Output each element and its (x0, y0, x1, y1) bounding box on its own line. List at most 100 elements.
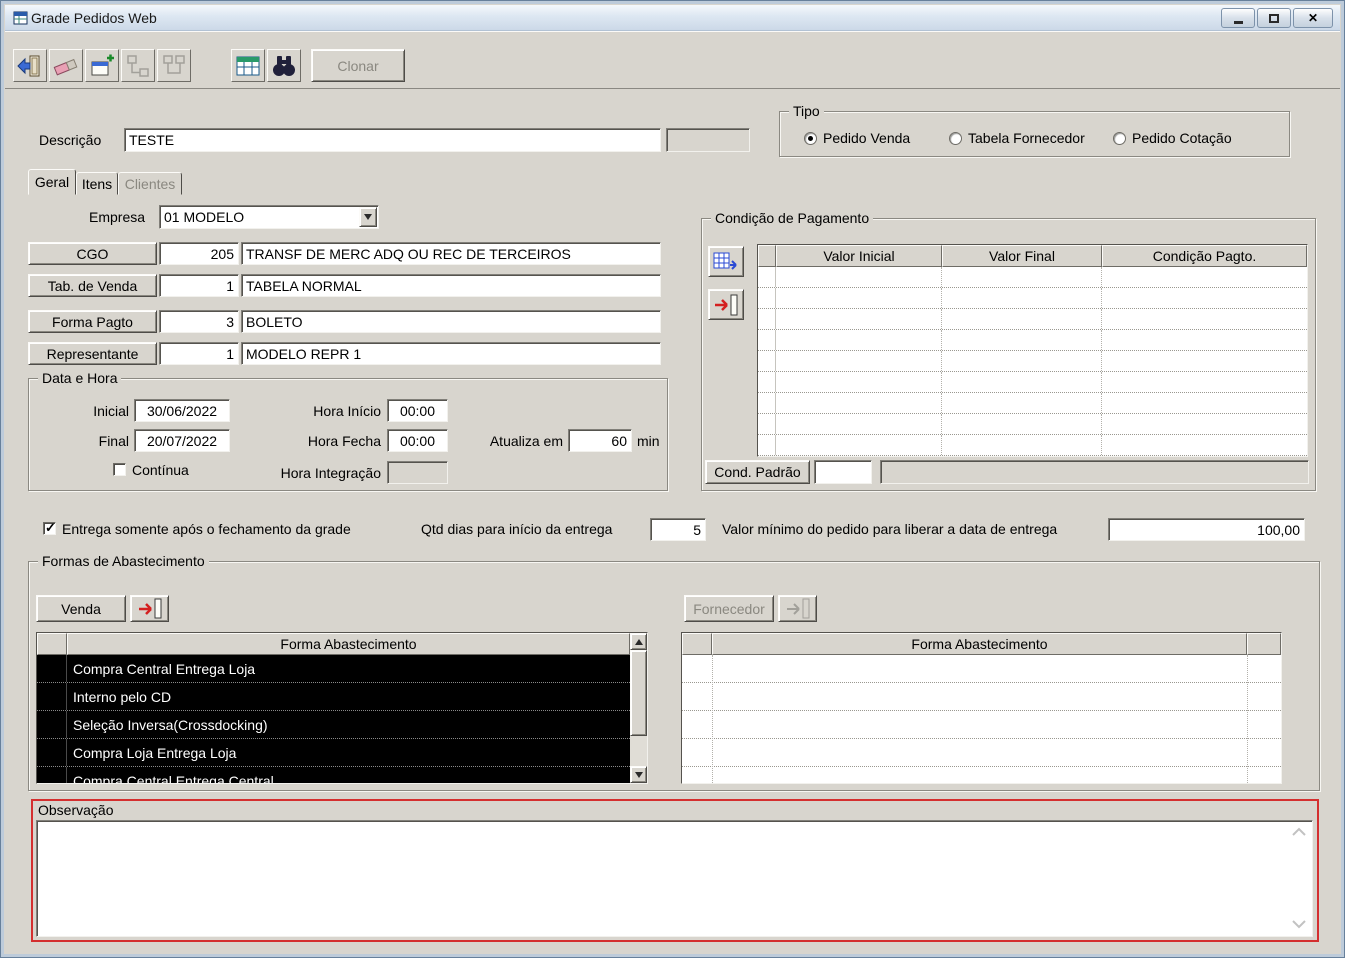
cond-padrao-code-field[interactable] (814, 460, 872, 484)
scroll-down-button[interactable] (630, 766, 647, 783)
venda-row-3[interactable]: Seleção Inversa(Crossdocking) (37, 711, 630, 739)
tab-clientes-label: Clientes (124, 175, 176, 192)
fornecedor-grid-header: Forma Abastecimento (712, 633, 1247, 655)
condicao-empty-row[interactable] (758, 330, 1307, 351)
condicao-empty-row[interactable] (758, 288, 1307, 309)
tab-itens[interactable]: Itens (76, 172, 118, 195)
venda-row-4[interactable]: Compra Loja Entrega Loja (37, 739, 630, 767)
tab-geral[interactable]: Geral (28, 169, 76, 195)
representante-code-field[interactable]: 1 (159, 342, 239, 365)
forma-pagto-button[interactable]: Forma Pagto (28, 310, 157, 333)
forma-pagto-code-field[interactable]: 3 (159, 310, 239, 333)
venda-row-2[interactable]: Interno pelo CD (37, 683, 630, 711)
condicao-col-valor-inicial: Valor Inicial (776, 245, 942, 267)
cgo-code-field[interactable]: 205 (159, 242, 239, 265)
condicao-grid[interactable]: Valor Inicial Valor Final Condição Pagto… (757, 244, 1308, 457)
exit-button[interactable] (13, 49, 47, 82)
venda-row-5[interactable]: Compra Central Entrega Central (37, 767, 630, 784)
fornecedor-abastecimento-grid: Forma Abastecimento (681, 632, 1282, 784)
grid-view-button[interactable] (231, 49, 265, 82)
descricao-aux-field (666, 128, 750, 152)
scroll-up-button[interactable] (630, 633, 647, 650)
continua-checkbox[interactable] (113, 463, 126, 476)
hora-inicio-field[interactable]: 00:00 (387, 399, 448, 422)
representante-button[interactable]: Representante (28, 342, 157, 365)
fornecedor-button: Fornecedor (684, 595, 774, 622)
app-icon (13, 11, 28, 25)
hora-fecha-label: Hora Fecha (307, 433, 381, 449)
hora-integracao-label: Hora Integração (280, 465, 381, 481)
fornecedor-grid-end-cell (1247, 633, 1281, 655)
forma-pagto-desc-field: BOLETO (241, 310, 661, 333)
radio-pedido-cotacao-label: Pedido Cotação (1132, 130, 1232, 146)
condicao-empty-row[interactable] (758, 351, 1307, 372)
empresa-dropdown-button[interactable] (359, 207, 377, 227)
cond-padrao-button[interactable]: Cond. Padrão (705, 460, 810, 484)
scroll-thumb[interactable] (630, 650, 647, 736)
structure-icon-2 (163, 54, 185, 74)
qtd-dias-field[interactable]: 5 (650, 518, 706, 541)
observacao-scroll-up-icon[interactable] (1291, 827, 1307, 837)
triangle-up-icon (634, 638, 643, 645)
tab-venda-code-field[interactable]: 1 (159, 274, 239, 297)
row-indicator (37, 739, 67, 766)
maximize-button[interactable] (1257, 8, 1291, 28)
valor-minimo-field[interactable]: 100,00 (1108, 518, 1305, 541)
fornecedor-empty-row (682, 711, 1281, 739)
condicao-empty-row[interactable] (758, 414, 1307, 435)
remove-condicao-button[interactable] (708, 289, 744, 320)
search-button[interactable] (267, 49, 301, 82)
insert-condicao-button[interactable] (708, 246, 744, 277)
continua-label: Contínua (132, 462, 189, 478)
structure-button-2 (157, 49, 191, 82)
venda-row-5-text: Compra Central Entrega Central (73, 772, 274, 784)
observacao-textarea[interactable] (36, 820, 1313, 937)
radio-pedido-venda[interactable] (804, 132, 817, 145)
descricao-input[interactable]: TESTE (124, 128, 661, 152)
empresa-combobox[interactable]: 01 MODELO (159, 205, 379, 229)
insert-row-icon (713, 252, 737, 270)
condicao-empty-row[interactable] (758, 372, 1307, 393)
venda-row-1[interactable]: Compra Central Entrega Loja (37, 655, 630, 683)
grid-icon (236, 56, 260, 75)
condicao-empty-row[interactable] (758, 393, 1307, 414)
condicao-col-valor-final: Valor Final (942, 245, 1102, 267)
structure-icon-1 (127, 54, 149, 77)
hora-fecha-field[interactable]: 00:00 (387, 429, 448, 452)
radio-tabela-fornecedor[interactable] (949, 132, 962, 145)
minimize-button[interactable] (1221, 8, 1255, 28)
clonar-button: Clonar (311, 49, 405, 82)
venda-abastecimento-grid[interactable]: Forma Abastecimento Compra Central Entre… (36, 632, 648, 784)
atualiza-field[interactable]: 60 (568, 429, 632, 452)
final-date-field[interactable]: 20/07/2022 (134, 429, 230, 452)
remove-row-icon-disabled (786, 598, 809, 618)
fornecedor-grid-body (682, 655, 1281, 783)
clear-button[interactable] (49, 49, 83, 82)
close-button[interactable]: ✕ (1293, 8, 1333, 28)
atualiza-label: Atualiza em (489, 433, 563, 449)
qtd-dias-label: Qtd dias para início da entrega (421, 521, 613, 537)
hora-integracao-field (387, 461, 448, 484)
venda-row-4-text: Compra Loja Entrega Loja (73, 744, 237, 761)
add-button[interactable] (85, 49, 119, 82)
representante-desc-field: MODELO REPR 1 (241, 342, 661, 365)
cgo-desc-field: TRANSF DE MERC ADQ OU REC DE TERCEIROS (241, 242, 661, 265)
condicao-empty-row[interactable] (758, 309, 1307, 330)
condicao-empty-row[interactable] (758, 267, 1307, 288)
entrega-checkbox[interactable] (43, 520, 56, 536)
venda-button[interactable]: Venda (36, 595, 126, 622)
tab-itens-label: Itens (81, 175, 113, 192)
tab-venda-button[interactable]: Tab. de Venda (28, 274, 157, 297)
condicao-empty-row[interactable] (758, 435, 1307, 456)
inicial-date-field[interactable]: 30/06/2022 (134, 399, 230, 422)
tab-geral-label: Geral (34, 174, 70, 190)
cgo-button[interactable]: CGO (28, 242, 157, 265)
observacao-scroll-down-icon[interactable] (1291, 919, 1307, 929)
remove-venda-abastecimento-button[interactable] (130, 595, 169, 622)
venda-grid-scrollbar[interactable] (630, 633, 647, 783)
hora-inicio-label: Hora Início (313, 403, 381, 419)
tab-clientes[interactable]: Clientes (118, 172, 182, 195)
radio-pedido-cotacao[interactable] (1113, 132, 1126, 145)
remove-row-icon (715, 294, 738, 315)
empresa-value: 01 MODELO (164, 209, 245, 225)
